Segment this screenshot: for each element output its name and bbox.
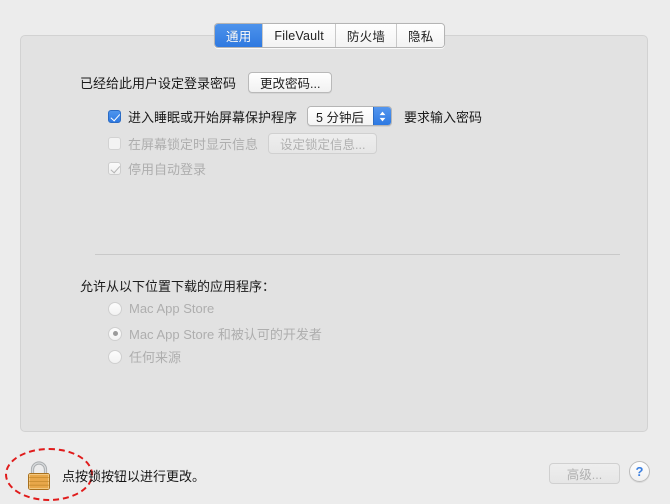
password-delay-value: 5 分钟后 [308,107,373,125]
require-password-checkbox[interactable] [108,109,121,123]
tab-general[interactable]: 通用 [215,24,264,47]
lock-message-label: 在屏幕锁定时显示信息 [128,137,259,152]
download-option-anywhere[interactable]: 任何来源 [108,347,181,366]
lock-status-message: 点按锁按钮以进行更改。 [62,469,206,484]
require-password-row: 进入睡眠或开始屏幕保护程序 5 分钟后 要求输入密码 [108,106,482,126]
set-lock-message-button[interactable]: 设定锁定信息... [268,133,378,154]
preferences-content-panel [20,35,648,432]
download-section-heading-row: 允许从以下位置下载的应用程序： [80,276,275,295]
disable-auto-login-checkbox[interactable] [108,162,121,175]
download-option-appstore-identified[interactable]: Mac App Store 和被认可的开发者 [108,324,322,343]
lock-button[interactable] [22,458,56,494]
lock-message-checkbox[interactable] [108,137,121,150]
download-option-label: 任何来源 [129,350,182,365]
lock-message-row: 在屏幕锁定时显示信息 设定锁定信息... [108,133,378,154]
advanced-button-wrap: 高级... [549,463,620,484]
download-section-heading: 允许从以下位置下载的应用程序： [80,279,276,294]
help-button[interactable]: ? [629,461,650,482]
password-delay-popup[interactable]: 5 分钟后 [307,106,392,126]
tab-bar: 通用 FileVault 防火墙 隐私 [214,23,446,48]
advanced-button[interactable]: 高级... [549,463,620,484]
disable-auto-login-row: 停用自动登录 [108,159,206,178]
tab-firewall[interactable]: 防火墙 [335,24,398,47]
radio-mac-app-store-identified-developers[interactable] [108,326,122,341]
section-divider [95,254,620,255]
radio-mac-app-store[interactable] [108,301,122,316]
change-password-button[interactable]: 更改密码... [248,72,333,93]
chevron-updown-icon [372,107,391,125]
radio-anywhere[interactable] [108,349,122,364]
disable-auto-login-label: 停用自动登录 [128,162,207,177]
download-option-label: Mac App Store [129,301,215,316]
download-option-appstore[interactable]: Mac App Store [108,301,214,316]
require-password-label: 进入睡眠或开始屏幕保护程序 [128,109,298,125]
tab-privacy[interactable]: 隐私 [397,24,445,47]
require-password-trailing-label: 要求输入密码 [403,109,482,125]
download-option-label: Mac App Store 和被认可的开发者 [129,327,322,342]
tab-filevault[interactable]: FileVault [263,24,336,47]
password-status-label: 已经给此用户设定登录密码 [80,76,237,91]
password-status-row: 已经给此用户设定登录密码 更改密码... [80,72,333,93]
